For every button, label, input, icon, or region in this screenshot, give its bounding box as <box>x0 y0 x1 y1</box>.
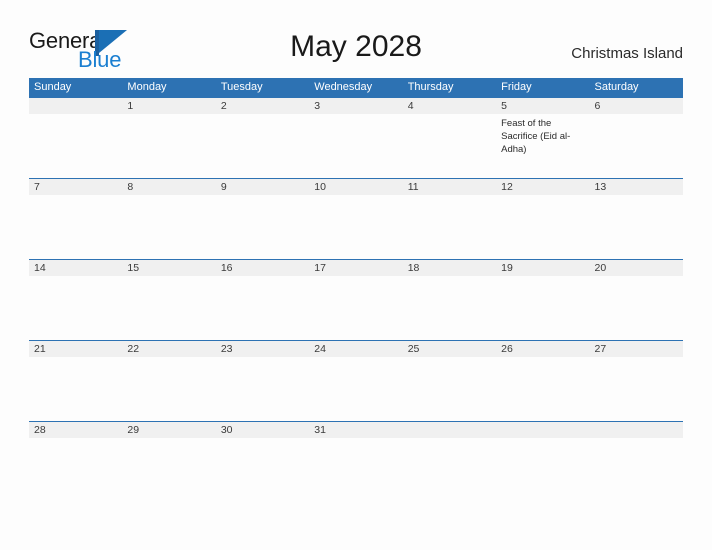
day-number[interactable]: 31 <box>309 422 402 438</box>
week-row: 21 22 23 24 25 26 27 <box>29 340 683 421</box>
day-event <box>29 114 122 177</box>
day-event <box>403 438 496 501</box>
day-number[interactable] <box>590 422 683 438</box>
day-event <box>590 114 683 177</box>
day-number[interactable]: 23 <box>216 341 309 357</box>
page-header: General Blue May 2028 Christmas Island <box>0 0 712 78</box>
calendar-grid: Sunday Monday Tuesday Wednesday Thursday… <box>29 78 683 502</box>
weekday-header-wednesday: Wednesday <box>314 81 373 93</box>
week-row: 14 15 16 17 18 19 20 <box>29 259 683 340</box>
week-body-strip <box>29 195 683 258</box>
day-event <box>122 276 215 339</box>
day-number[interactable]: 24 <box>309 341 402 357</box>
day-event <box>309 438 402 501</box>
weekday-header-thursday: Thursday <box>407 81 454 93</box>
day-event <box>590 357 683 420</box>
week-row: 28 29 30 31 <box>29 421 683 502</box>
day-number[interactable]: 21 <box>29 341 122 357</box>
day-event <box>590 195 683 258</box>
day-event <box>122 438 215 501</box>
day-event <box>216 438 309 501</box>
week-body-strip <box>29 276 683 339</box>
weekday-header-monday: Monday <box>127 81 167 93</box>
day-event <box>309 195 402 258</box>
week-row: 1 2 3 4 5 6 Feast of the Sacrifice (Eid … <box>29 97 683 178</box>
day-event <box>496 195 589 258</box>
day-event <box>309 357 402 420</box>
day-number[interactable]: 29 <box>122 422 215 438</box>
day-number[interactable]: 2 <box>216 98 309 114</box>
day-number[interactable]: 13 <box>590 179 683 195</box>
day-event <box>29 438 122 501</box>
day-event <box>496 438 589 501</box>
day-event <box>403 114 496 177</box>
day-number[interactable]: 12 <box>496 179 589 195</box>
day-number[interactable] <box>403 422 496 438</box>
day-number[interactable]: 1 <box>122 98 215 114</box>
day-number[interactable]: 30 <box>216 422 309 438</box>
day-number[interactable] <box>29 98 122 114</box>
day-event <box>403 276 496 339</box>
day-event <box>29 195 122 258</box>
weekday-header-tuesday: Tuesday <box>220 81 263 93</box>
day-number[interactable]: 19 <box>496 260 589 276</box>
day-event <box>122 195 215 258</box>
day-number[interactable]: 4 <box>403 98 496 114</box>
day-number[interactable]: 22 <box>122 341 215 357</box>
day-event <box>403 195 496 258</box>
day-event <box>496 276 589 339</box>
day-number[interactable]: 18 <box>403 260 496 276</box>
week-date-strip: 7 8 9 10 11 12 13 <box>29 179 683 195</box>
day-event <box>496 357 589 420</box>
day-event <box>29 357 122 420</box>
day-number[interactable]: 25 <box>403 341 496 357</box>
day-event <box>29 276 122 339</box>
week-body-strip <box>29 357 683 420</box>
day-number[interactable]: 8 <box>122 179 215 195</box>
day-number[interactable]: 11 <box>403 179 496 195</box>
day-event <box>590 438 683 501</box>
day-number[interactable]: 10 <box>309 179 402 195</box>
weekday-header-saturday: Saturday <box>594 81 639 93</box>
week-row: 7 8 9 10 11 12 13 <box>29 178 683 259</box>
day-event <box>309 276 402 339</box>
day-number[interactable]: 16 <box>216 260 309 276</box>
day-number[interactable]: 27 <box>590 341 683 357</box>
day-event <box>216 276 309 339</box>
day-event <box>590 276 683 339</box>
day-event <box>216 195 309 258</box>
week-date-strip: 1 2 3 4 5 6 <box>29 98 683 114</box>
week-date-strip: 28 29 30 31 <box>29 422 683 438</box>
day-number[interactable]: 6 <box>590 98 683 114</box>
day-number[interactable]: 3 <box>309 98 402 114</box>
day-number[interactable]: 26 <box>496 341 589 357</box>
week-date-strip: 14 15 16 17 18 19 20 <box>29 260 683 276</box>
day-number[interactable]: 17 <box>309 260 402 276</box>
weekday-header-sunday: Sunday <box>34 81 72 93</box>
day-number[interactable]: 9 <box>216 179 309 195</box>
week-date-strip: 21 22 23 24 25 26 27 <box>29 341 683 357</box>
week-body-strip: Feast of the Sacrifice (Eid al-Adha) <box>29 114 683 177</box>
day-number[interactable]: 14 <box>29 260 122 276</box>
day-event: Feast of the Sacrifice (Eid al-Adha) <box>501 118 571 155</box>
week-body-strip <box>29 438 683 501</box>
location-label: Christmas Island <box>571 45 683 62</box>
day-event <box>309 114 402 177</box>
day-event <box>122 357 215 420</box>
day-number[interactable]: 15 <box>122 260 215 276</box>
day-event <box>122 114 215 177</box>
day-number[interactable]: 5 <box>496 98 589 114</box>
day-number[interactable] <box>496 422 589 438</box>
weekday-header-friday: Friday <box>501 81 532 93</box>
day-event <box>403 357 496 420</box>
day-number[interactable]: 20 <box>590 260 683 276</box>
day-number[interactable]: 7 <box>29 179 122 195</box>
day-number[interactable]: 28 <box>29 422 122 438</box>
day-event <box>216 357 309 420</box>
day-event <box>216 114 309 177</box>
weekday-header-row: Sunday Monday Tuesday Wednesday Thursday… <box>29 78 683 97</box>
